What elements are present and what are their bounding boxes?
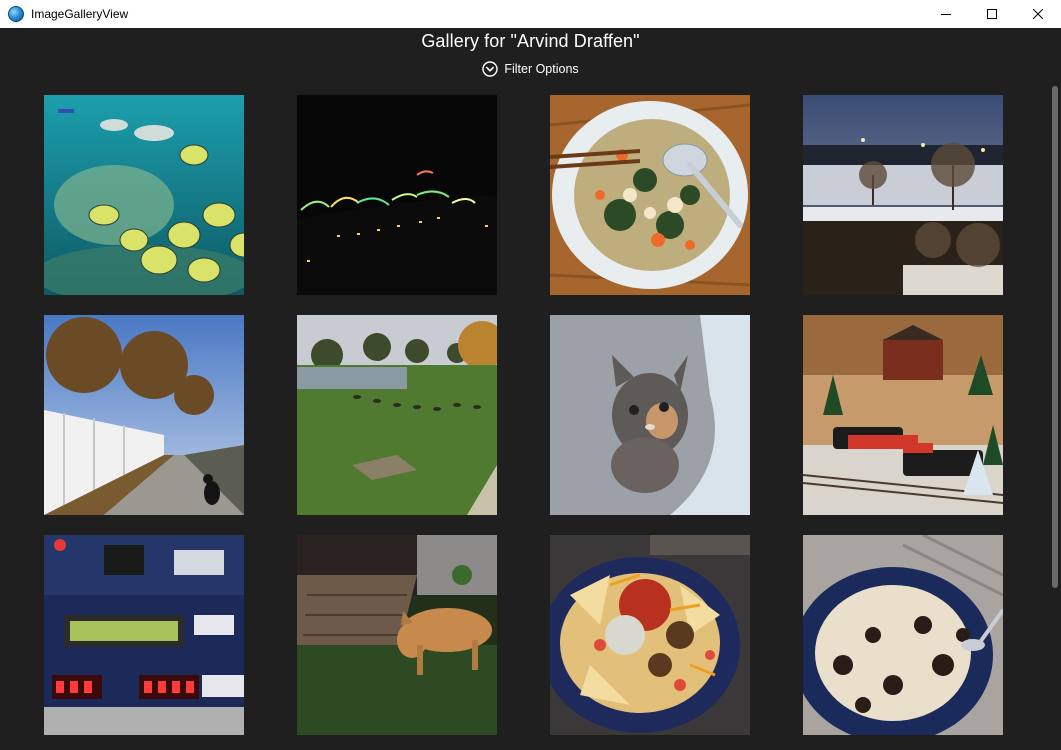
gallery-image-fence-dog-sidewalk[interactable] [44, 315, 244, 515]
gallery-image-cookies-ice-cream[interactable] [803, 535, 1003, 735]
maximize-icon [987, 9, 997, 19]
filter-options-label: Filter Options [504, 62, 579, 76]
minimize-button[interactable] [923, 0, 969, 28]
model-train-christmas-photo [803, 315, 1003, 515]
app-globe-icon [8, 6, 24, 22]
minimize-icon [941, 14, 951, 15]
dog-on-grass-photo [297, 535, 497, 735]
filter-options-button[interactable]: Filter Options [482, 61, 579, 77]
window-title: ImageGalleryView [31, 7, 129, 21]
aquarium-fish-photo [44, 95, 244, 295]
fpga-board-photo [44, 535, 244, 735]
soup-bowl-photo [550, 95, 750, 295]
gallery-image-model-train-christmas[interactable] [803, 315, 1003, 515]
gallery-image-snowy-lot-dusk[interactable] [803, 95, 1003, 295]
maximize-button[interactable] [969, 0, 1015, 28]
night-lights-photo [297, 95, 497, 295]
filter-bar: Filter Options [0, 61, 1061, 77]
title-bar: ImageGalleryView [0, 0, 1061, 28]
gallery-image-kitten-window[interactable] [550, 315, 750, 515]
gallery-image-aquarium-fish[interactable] [44, 95, 244, 295]
fence-dog-sidewalk-photo [44, 315, 244, 515]
gallery-image-soup-bowl[interactable] [550, 95, 750, 295]
pond-geese-park-photo [297, 315, 497, 515]
window-controls [923, 0, 1061, 28]
cookies-ice-cream-photo [803, 535, 1003, 735]
gallery-image-nachos-plate[interactable] [550, 535, 750, 735]
snowy-lot-dusk-photo [803, 95, 1003, 295]
gallery-image-pond-geese-park[interactable] [297, 315, 497, 515]
gallery-image-dog-on-grass[interactable] [297, 535, 497, 735]
close-icon [1033, 9, 1043, 19]
gallery-image-fpga-board[interactable] [44, 535, 244, 735]
nachos-plate-photo [550, 535, 750, 735]
gallery-image-night-lights[interactable] [297, 95, 497, 295]
gallery-scrollbar-thumb[interactable] [1052, 86, 1058, 588]
kitten-window-photo [550, 315, 750, 515]
chevron-down-circle-icon [482, 61, 499, 77]
page-title: Gallery for "Arvind Draffen" [421, 31, 640, 51]
close-button[interactable] [1015, 0, 1061, 28]
